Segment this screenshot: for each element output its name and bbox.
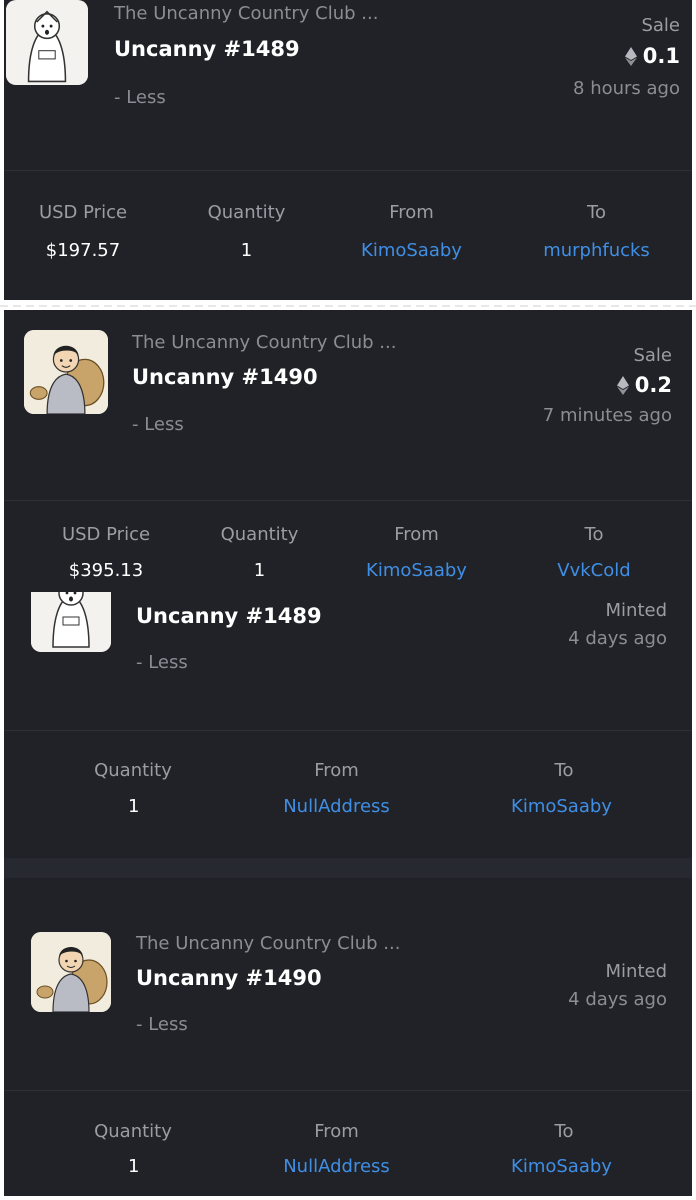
header-quantity: Quantity (94, 1121, 172, 1142)
to-link[interactable]: KimoSaaby (484, 796, 639, 817)
hooded-figure-icon (6, 1, 88, 84)
event-type: Minted (605, 600, 668, 621)
usd-price-value: $197.57 (45, 240, 121, 261)
divider (4, 170, 692, 171)
from-link[interactable]: KimoSaaby (339, 560, 494, 581)
nft-thumbnail[interactable] (24, 330, 108, 414)
price: 0.1 (624, 44, 680, 68)
price-value: 0.1 (642, 44, 680, 68)
header-quantity: Quantity (207, 202, 286, 223)
header-to: To (554, 760, 574, 781)
header-usd-price: USD Price (61, 524, 151, 545)
price-value: 0.2 (634, 373, 672, 397)
nft-title[interactable]: Uncanny #1490 (136, 966, 322, 990)
nft-thumbnail[interactable] (31, 592, 111, 652)
header-from: From (314, 1121, 359, 1142)
event-type: Sale (633, 345, 672, 366)
header-quantity: Quantity (94, 760, 172, 781)
nft-title[interactable]: Uncanny #1490 (132, 365, 318, 389)
event-type: Minted (605, 961, 668, 982)
nft-thumbnail[interactable] (31, 932, 111, 1012)
suited-man-icon (24, 330, 108, 414)
nft-title[interactable]: Uncanny #1489 (136, 604, 322, 628)
usd-price-value: $395.13 (68, 560, 144, 581)
header-from: From (394, 524, 439, 545)
quantity-value: 1 (128, 796, 140, 817)
collection-name[interactable]: The Uncanny Country Club ... (114, 3, 378, 24)
activity-card-2: The Uncanny Country Club ... Uncanny #14… (4, 310, 692, 592)
quantity-value: 1 (240, 240, 253, 261)
activity-card-1: The Uncanny Country Club ... Uncanny #14… (4, 0, 692, 300)
header-quantity: Quantity (220, 524, 299, 545)
timestamp[interactable]: 4 days ago (568, 989, 667, 1010)
nft-title[interactable]: Uncanny #1489 (114, 37, 300, 61)
header-to: To (554, 1121, 574, 1142)
hooded-figure-icon (31, 592, 111, 649)
header-usd-price: USD Price (38, 202, 128, 223)
activity-feed-collage: The Uncanny Country Club ... Uncanny #14… (0, 0, 696, 1200)
crop-divider (0, 305, 696, 307)
divider (4, 1090, 692, 1091)
ethereum-icon (624, 46, 637, 66)
card-gap (4, 858, 692, 878)
divider (4, 730, 692, 731)
to-link[interactable]: murphfucks (514, 240, 679, 261)
quantity-value: 1 (128, 1156, 140, 1177)
to-link[interactable]: VvkCold (514, 560, 674, 581)
event-type: Sale (641, 15, 680, 36)
toggle-less[interactable]: - Less (136, 652, 188, 673)
header-from: From (389, 202, 434, 223)
collection-name[interactable]: The Uncanny Country Club ... (136, 933, 400, 954)
header-to: To (584, 524, 604, 545)
activity-card-3: Uncanny #1489 - Less Minted 4 days ago Q… (4, 592, 692, 858)
from-link[interactable]: NullAddress (259, 1156, 414, 1177)
timestamp[interactable]: 8 hours ago (573, 78, 680, 99)
divider (4, 500, 692, 501)
price: 0.2 (616, 373, 672, 397)
ethereum-icon (616, 375, 629, 395)
to-link[interactable]: KimoSaaby (484, 1156, 639, 1177)
toggle-less[interactable]: - Less (136, 1014, 188, 1035)
activity-card-4: The Uncanny Country Club ... Uncanny #14… (4, 878, 692, 1196)
from-link[interactable]: KimoSaaby (334, 240, 489, 261)
suited-man-icon (31, 932, 111, 1012)
timestamp[interactable]: 7 minutes ago (543, 405, 672, 426)
from-link[interactable]: NullAddress (259, 796, 414, 817)
timestamp[interactable]: 4 days ago (568, 628, 667, 649)
header-from: From (314, 760, 359, 781)
quantity-value: 1 (253, 560, 266, 581)
collection-name[interactable]: The Uncanny Country Club ... (132, 332, 396, 353)
toggle-less[interactable]: - Less (132, 414, 184, 435)
header-to: To (587, 202, 606, 223)
nft-thumbnail[interactable] (6, 0, 88, 85)
toggle-less[interactable]: - Less (114, 87, 166, 108)
